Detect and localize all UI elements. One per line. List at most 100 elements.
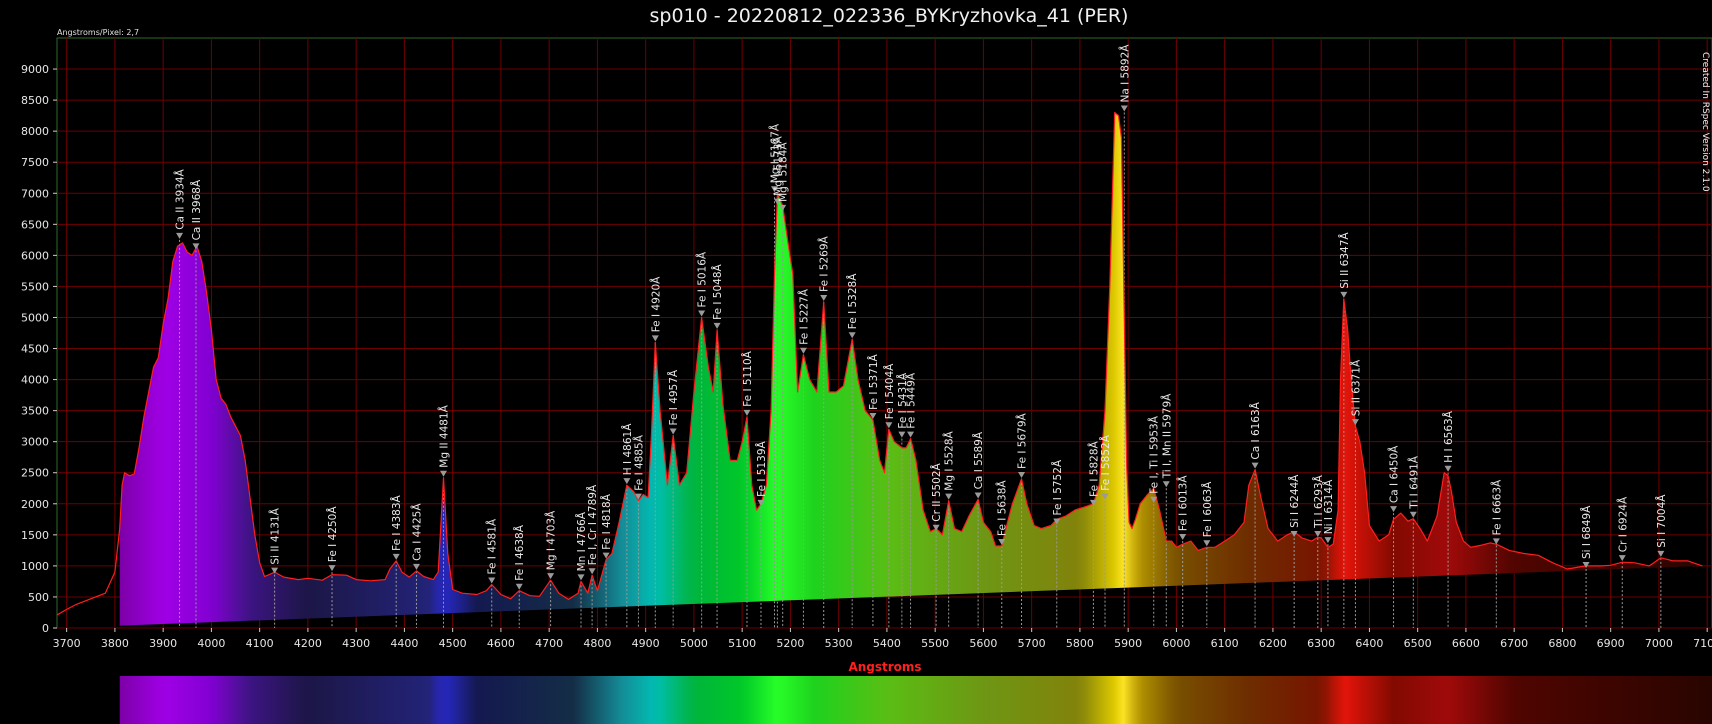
line-marker: [1444, 465, 1452, 472]
x-axis: 3700 3800 3900 4000 4100 4200 4300 4400 4500 4600…: [53, 628, 1712, 650]
line-label: Fe I 5048Å: [711, 263, 724, 319]
line-marker: [743, 409, 751, 416]
line-label: Fe I 5449Å: [905, 372, 918, 428]
y-tick-label: 1500: [21, 529, 49, 542]
line-label: Mg I 4703Å: [545, 510, 558, 570]
x-tick-label: 3800: [101, 637, 129, 650]
line-marker: [328, 565, 336, 572]
line-marker: [820, 294, 828, 301]
x-tick-label: 4000: [197, 637, 225, 650]
line-marker: [1203, 540, 1211, 547]
line-marker: [799, 347, 807, 354]
line-marker: [176, 232, 184, 239]
line-marker: [439, 470, 447, 477]
line-marker: [698, 310, 706, 317]
line-label: H I 6563Å: [1442, 410, 1455, 462]
line-label: Si II 6371Å: [1349, 359, 1362, 416]
chart-title: sp010 - 20220812_022336_BYKryzhovka_41 (…: [650, 5, 1129, 27]
line-label: Fe I 5638Å: [996, 480, 1009, 536]
x-tick-label: 6500: [1404, 637, 1432, 650]
line-label: Si II 6347Å: [1338, 232, 1351, 289]
line-label: Ca II 3934Å: [174, 168, 187, 229]
x-tick-label: 4400: [390, 637, 418, 650]
line-marker: [898, 431, 906, 438]
line-label: Ca I 6450Å: [1388, 445, 1401, 503]
x-tick-label: 6900: [1597, 637, 1625, 650]
x-tick-label: 6400: [1355, 637, 1383, 650]
line-marker: [669, 428, 677, 435]
line-label: Ni I 6314Å: [1322, 479, 1335, 534]
line-label: Na I 5892Å: [1118, 44, 1131, 103]
line-label: Mg II 4481Å: [438, 404, 451, 467]
line-label: Fe I 5139Å: [755, 440, 768, 496]
line-marker: [588, 568, 596, 575]
line-label: Fe I 6013Å: [1177, 475, 1190, 531]
x-tick-label: 5700: [1018, 637, 1046, 650]
x-tick-label: 5000: [680, 637, 708, 650]
line-marker: [1390, 506, 1398, 513]
x-tick-label: 7000: [1645, 637, 1673, 650]
x-tick-label: 5100: [728, 637, 756, 650]
x-tick-label: 5400: [873, 637, 901, 650]
line-label: Fe I 4920Å: [649, 276, 662, 332]
y-tick-label: 3000: [21, 436, 49, 449]
line-marker: [1409, 511, 1417, 518]
y-tick-label: 500: [28, 591, 49, 604]
x-tick-label: 6600: [1452, 637, 1480, 650]
line-label: Fe I 5828Å: [1087, 440, 1100, 496]
x-tick-label: 4600: [487, 637, 515, 650]
x-tick-label: 4500: [439, 637, 467, 650]
line-label: Fe I 4818Å: [600, 493, 613, 549]
y-tick-label: 7000: [21, 187, 49, 200]
line-label: Ca I 6163Å: [1249, 401, 1262, 459]
x-tick-label: 4200: [294, 637, 322, 650]
line-label: Fe I 6063Å: [1201, 481, 1214, 537]
x-tick-label: 3700: [53, 637, 81, 650]
line-label: Fe I 5110Å: [741, 350, 754, 406]
y-tick-label: 8500: [21, 94, 49, 107]
line-label: Fe I 4383Å: [390, 494, 403, 550]
line-marker: [547, 573, 555, 580]
line-marker: [885, 422, 893, 429]
line-marker: [1618, 555, 1626, 562]
x-tick-label: 4300: [342, 637, 370, 650]
line-label: Fe I 5679Å: [1016, 412, 1029, 468]
x-tick-label: 6300: [1307, 637, 1335, 650]
y-tick-label: 5500: [21, 280, 49, 293]
dispersion-label: Angstroms/Pixel: 2,7: [57, 28, 139, 37]
spectrum-color-strip: [119, 676, 1712, 724]
line-label: Ti I 6491Å: [1407, 455, 1420, 510]
line-marker: [651, 335, 659, 342]
spectrum-chart: sp010 - 20220812_022336_BYKryzhovka_41 (…: [21, 5, 1712, 724]
spectrum-area: [119, 112, 1703, 628]
line-marker: [907, 431, 915, 438]
line-marker: [623, 478, 631, 485]
line-marker: [1251, 462, 1259, 469]
line-marker: [1179, 534, 1187, 541]
x-tick-label: 4700: [535, 637, 563, 650]
line-label: Cr I 6924Å: [1616, 496, 1629, 552]
line-marker: [488, 577, 496, 584]
line-label: Fe I 4957Å: [667, 369, 680, 425]
credit-label-group: Created In RSpec Version 2.1.0: [1700, 52, 1710, 192]
line-marker: [392, 553, 400, 560]
x-tick-label: 5200: [776, 637, 804, 650]
line-marker: [1324, 537, 1332, 544]
x-tick-label: 5600: [969, 637, 997, 650]
line-label: Fe I 5752Å: [1051, 459, 1064, 515]
x-tick-label: 6800: [1548, 637, 1576, 650]
line-marker: [974, 492, 982, 499]
line-label: Fe I 4638Å: [513, 524, 526, 580]
line-marker: [1314, 530, 1322, 537]
x-tick-label: 5800: [1066, 637, 1094, 650]
line-marker: [848, 332, 856, 339]
x-tick-label: 4100: [246, 637, 274, 650]
line-label: Fe I 5328Å: [846, 273, 859, 329]
line-label: Mg I 5184Å: [777, 142, 790, 202]
line-label: Fe I, Cr I 4789Å: [586, 484, 599, 565]
y-tick-label: 4000: [21, 374, 49, 387]
y-tick-label: 5000: [21, 311, 49, 324]
x-axis-title: Angstroms: [848, 660, 921, 674]
y-tick-label: 3500: [21, 405, 49, 418]
line-label: Fe I 5227Å: [797, 288, 810, 344]
